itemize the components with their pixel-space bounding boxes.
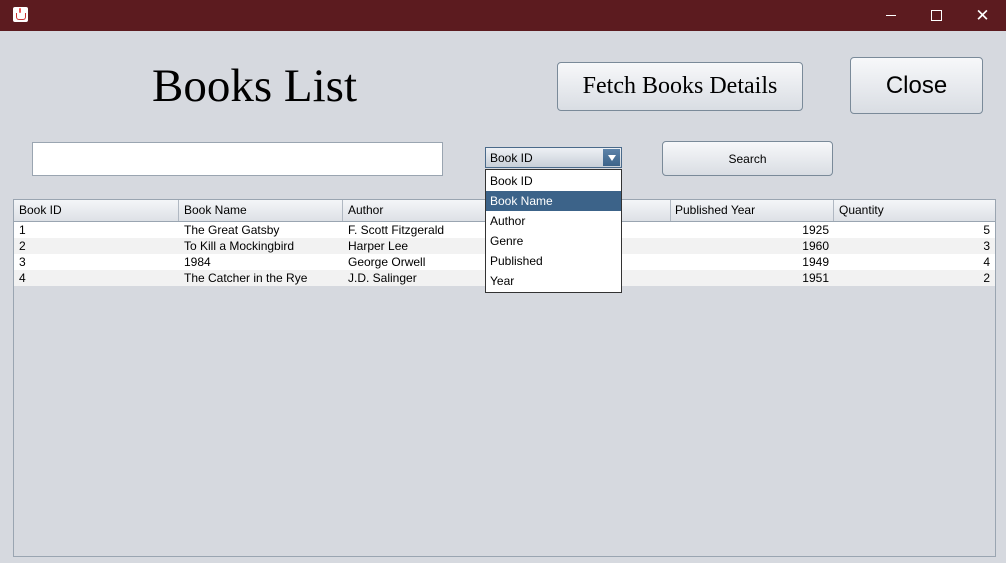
minimize-button[interactable] [868, 0, 913, 31]
maximize-button[interactable] [914, 0, 959, 31]
cell-book-name: To Kill a Mockingbird [184, 239, 295, 253]
cell-published-year: 1949 [802, 255, 829, 269]
filter-dropdown-list: Book ID Book Name Author Genre Published… [485, 169, 622, 293]
cell-book-id: 4 [19, 271, 26, 285]
chevron-down-icon[interactable] [603, 149, 620, 166]
column-header-quantity[interactable]: Quantity [834, 200, 995, 221]
cell-book-name: The Catcher in the Rye [184, 271, 308, 285]
cell-author: Harper Lee [348, 239, 409, 253]
maximize-icon [931, 10, 942, 21]
column-header-book-name[interactable]: Book Name [179, 200, 343, 221]
dropdown-option[interactable]: Book ID [486, 171, 621, 191]
cell-author: J.D. Salinger [348, 271, 417, 285]
window-close-button[interactable]: ✕ [960, 0, 1005, 31]
cell-book-id: 3 [19, 255, 26, 269]
cell-book-id: 2 [19, 239, 26, 253]
close-button[interactable]: Close [850, 57, 983, 114]
java-cup-icon [13, 7, 28, 22]
dropdown-option-highlighted[interactable]: Book Name [486, 191, 621, 211]
cell-book-id: 1 [19, 223, 26, 237]
cell-author: George Orwell [348, 255, 426, 269]
page-title: Books List [152, 60, 358, 112]
filter-combobox[interactable]: Book ID [485, 147, 622, 168]
cell-quantity: 4 [983, 255, 990, 269]
dropdown-option[interactable]: Genre [486, 231, 621, 251]
column-header-published-year[interactable]: Published Year [670, 200, 834, 221]
title-bar: ✕ [0, 0, 1006, 31]
cell-book-name: The Great Gatsby [184, 223, 280, 237]
cell-published-year: 1925 [802, 223, 829, 237]
cell-quantity: 2 [983, 271, 990, 285]
cell-published-year: 1960 [802, 239, 829, 253]
dropdown-option[interactable]: Year [486, 271, 621, 291]
fetch-books-button[interactable]: Fetch Books Details [557, 62, 803, 111]
dropdown-option[interactable]: Published [486, 251, 621, 271]
column-header-book-id[interactable]: Book ID [14, 200, 179, 221]
close-icon: ✕ [975, 5, 990, 26]
cell-quantity: 5 [983, 223, 990, 237]
dropdown-option[interactable]: Author [486, 211, 621, 231]
cell-book-name: 1984 [184, 255, 211, 269]
filter-selected-value: Book ID [490, 151, 533, 165]
cell-quantity: 3 [983, 239, 990, 253]
minimize-icon [885, 15, 896, 16]
cell-published-year: 1951 [802, 271, 829, 285]
cell-author: F. Scott Fitzgerald [348, 223, 445, 237]
search-button[interactable]: Search [662, 141, 833, 176]
search-input[interactable] [32, 142, 443, 176]
